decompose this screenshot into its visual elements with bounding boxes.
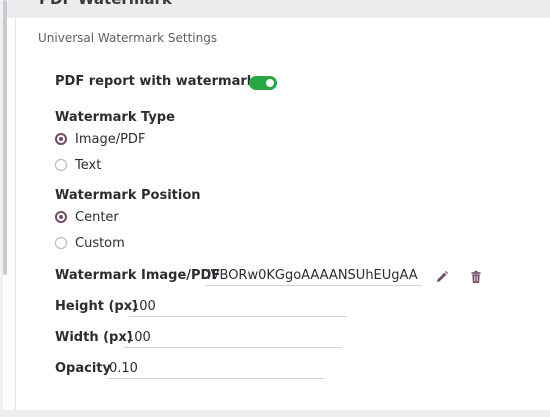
watermark-image-field[interactable]: iVBORw0KGgoAAAANSUhEUgAA	[205, 267, 422, 286]
height-label: Height (px)	[55, 299, 139, 314]
section-title: PDF Watermark	[39, 0, 172, 8]
radio-button[interactable]	[55, 237, 67, 249]
radio-label-text: Text	[75, 157, 102, 173]
radio-label-custom: Custom	[75, 235, 125, 251]
watermark-enable-label: PDF report with watermark	[55, 74, 256, 89]
radio-type-image-pdf[interactable]: Image/PDF	[55, 131, 145, 147]
trash-icon[interactable]	[469, 270, 483, 284]
opacity-input[interactable]: 0.10	[107, 360, 325, 379]
watermark-type-label: Watermark Type	[55, 110, 175, 125]
watermark-image-label: Watermark Image/PDF	[55, 268, 221, 283]
height-input[interactable]: 100	[129, 298, 347, 317]
toggle-knob	[266, 79, 274, 87]
width-input[interactable]: 100	[124, 329, 342, 348]
radio-button-checked[interactable]	[55, 133, 67, 145]
width-label: Width (px)	[55, 330, 133, 345]
scrollbar-thumb[interactable]	[3, 0, 7, 275]
radio-type-text[interactable]: Text	[55, 157, 101, 173]
radio-position-custom[interactable]: Custom	[55, 235, 125, 251]
radio-position-center[interactable]: Center	[55, 209, 119, 225]
radio-label-center: Center	[75, 209, 119, 225]
radio-label-image-pdf: Image/PDF	[75, 131, 146, 147]
settings-subtitle: Universal Watermark Settings	[38, 31, 218, 45]
bottom-band	[0, 410, 550, 417]
opacity-label: Opacity	[55, 361, 111, 376]
radio-button[interactable]	[55, 159, 67, 171]
edit-icon[interactable]	[435, 270, 449, 284]
watermark-enable-toggle[interactable]	[249, 76, 277, 90]
section-header: PDF Watermark	[7, 0, 550, 18]
watermark-position-label: Watermark Position	[55, 188, 201, 203]
radio-button-checked[interactable]	[55, 211, 67, 223]
